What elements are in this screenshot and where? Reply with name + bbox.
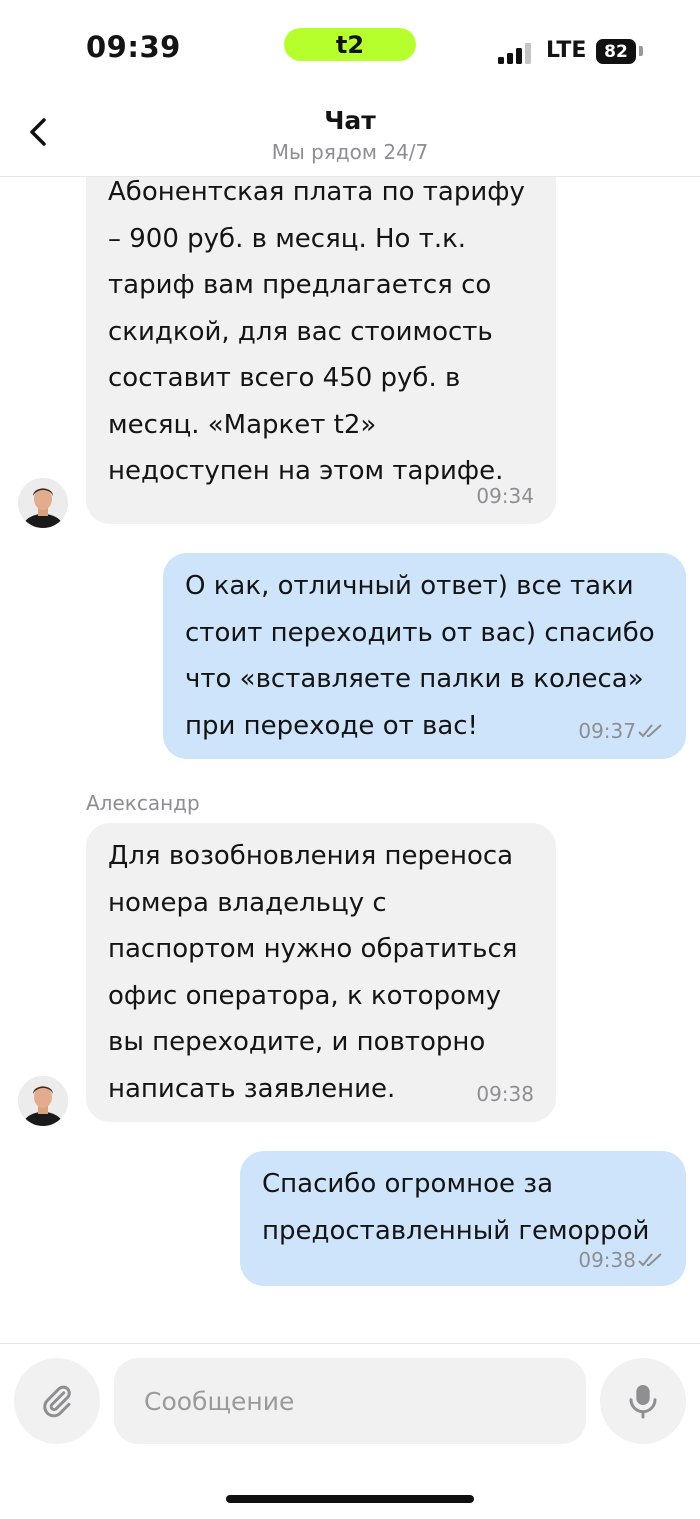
carrier-logo: t2	[284, 28, 416, 61]
message-composer	[0, 1343, 700, 1519]
battery-tip	[639, 46, 643, 56]
agent-avatar	[18, 1076, 68, 1126]
message-outgoing[interactable]: Спасибо огромное за предоставленный гемо…	[240, 1151, 686, 1286]
message-time: 09:37	[578, 719, 664, 743]
battery-icon: 82	[596, 39, 636, 64]
message-input[interactable]	[114, 1358, 586, 1444]
message-incoming[interactable]: Абонентская плата по тарифу – 900 руб. в…	[86, 177, 556, 524]
message-time: 09:38	[476, 1082, 534, 1106]
double-check-icon	[638, 724, 662, 738]
message-incoming[interactable]: Для возобновления переноса номера владел…	[86, 823, 556, 1122]
message-time-label: 09:38	[578, 1248, 636, 1272]
agent-avatar	[18, 478, 68, 528]
message-outgoing[interactable]: О как, отличный ответ) все таки стоит пе…	[163, 553, 686, 759]
page-title: Чат	[324, 106, 376, 135]
message-text: Спасибо огромное за предоставленный гемо…	[262, 1169, 650, 1246]
signal-icon	[498, 42, 534, 64]
message-text: Абонентская плата по тарифу – 900 руб. в…	[108, 177, 525, 486]
home-indicator	[226, 1495, 474, 1503]
attach-button[interactable]	[14, 1358, 100, 1444]
double-check-icon	[638, 1253, 662, 1267]
chat-messages[interactable]: Абонентская плата по тарифу – 900 руб. в…	[0, 177, 700, 1342]
message-time: 09:38	[578, 1248, 664, 1272]
network-type: LTE	[546, 38, 587, 63]
microphone-icon	[629, 1385, 657, 1419]
message-time: 09:34	[476, 484, 534, 508]
voice-button[interactable]	[600, 1358, 686, 1444]
paperclip-icon	[43, 1385, 71, 1418]
person-avatar-icon	[18, 1076, 68, 1126]
message-text: Для возобновления переноса номера владел…	[108, 841, 518, 1104]
status-time: 09:39	[86, 30, 181, 64]
status-bar: 09:39 t2 LTE 82	[0, 0, 700, 100]
person-avatar-icon	[18, 478, 68, 528]
chat-header: Чат Мы рядом 24/7	[0, 96, 700, 177]
message-time-label: 09:37	[578, 719, 636, 743]
sender-name: Александр	[86, 791, 200, 815]
page-subtitle: Мы рядом 24/7	[271, 140, 429, 164]
